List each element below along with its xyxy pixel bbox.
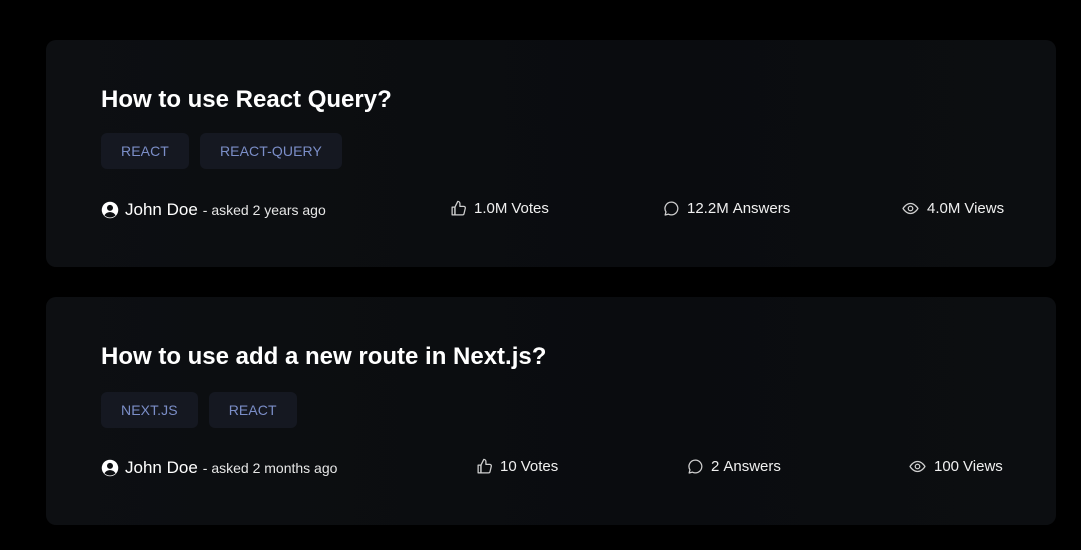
thumbs-up-icon	[450, 200, 467, 217]
answers-label: Answers	[723, 458, 781, 475]
asked-time: - asked 2 months ago	[202, 460, 338, 476]
message-circle-icon	[663, 200, 680, 217]
votes-label: Votes	[520, 458, 559, 475]
question-title[interactable]: How to use add a new route in Next.js?	[101, 341, 546, 373]
author-name[interactable]: John Doe	[125, 458, 198, 478]
votes-metric: 10 Votes	[476, 458, 558, 475]
tag-list: NEXT.JS REACT	[101, 392, 297, 428]
question-metrics: John Doe - asked 2 months ago 10 Votes 2…	[101, 458, 1003, 480]
tag-list: REACT REACT-QUERY	[101, 133, 342, 169]
question-feed: How to use React Query? REACT REACT-QUER…	[0, 0, 1081, 550]
author-info: John Doe - asked 2 months ago	[101, 458, 337, 478]
asked-time: - asked 2 years ago	[202, 202, 326, 218]
user-circle-icon	[101, 459, 119, 477]
author-info: John Doe - asked 2 years ago	[101, 200, 326, 220]
answers-count: 12.2M	[687, 200, 729, 217]
votes-label: Votes	[511, 200, 549, 217]
question-card: How to use React Query? REACT REACT-QUER…	[46, 40, 1056, 267]
views-metric: 100 Views	[908, 458, 1003, 475]
views-label: Views	[964, 200, 1005, 217]
answers-label: Answers	[732, 200, 791, 217]
message-circle-icon	[687, 458, 704, 475]
tag-badge[interactable]: REACT-QUERY	[199, 133, 342, 169]
answers-metric: 12.2M Answers	[663, 200, 790, 217]
tag-badge[interactable]: REACT	[101, 133, 189, 169]
views-metric: 4.0M Views	[901, 200, 1004, 217]
votes-metric: 1.0M Votes	[450, 200, 549, 217]
votes-count: 1.0M	[474, 200, 508, 217]
eye-icon	[908, 458, 927, 475]
tag-badge[interactable]: REACT	[208, 392, 297, 428]
tag-badge[interactable]: NEXT.JS	[101, 392, 198, 428]
answers-count: 2	[711, 458, 720, 475]
question-title[interactable]: How to use React Query?	[101, 84, 392, 116]
eye-icon	[901, 200, 920, 217]
question-metrics: John Doe - asked 2 years ago 1.0M Votes …	[101, 200, 1004, 222]
views-count: 4.0M	[927, 200, 961, 217]
views-label: Views	[963, 458, 1003, 475]
votes-count: 10	[500, 458, 517, 475]
thumbs-up-icon	[476, 458, 493, 475]
views-count: 100	[934, 458, 960, 475]
user-circle-icon	[101, 201, 119, 219]
author-name[interactable]: John Doe	[125, 200, 198, 220]
question-card: How to use add a new route in Next.js? N…	[46, 297, 1056, 525]
answers-metric: 2 Answers	[687, 458, 781, 475]
